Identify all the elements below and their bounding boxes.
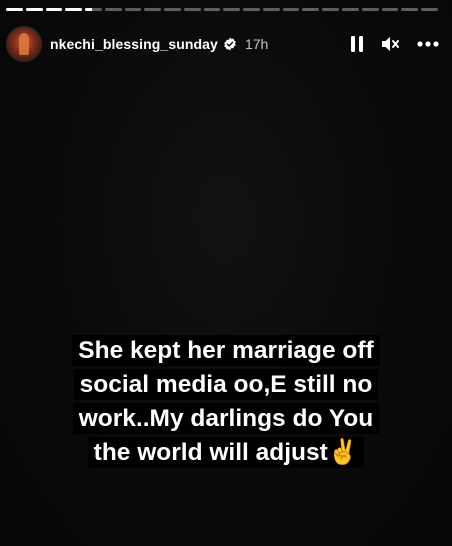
caption-line: work..My darlings do You [30,402,422,436]
caption-line: social media oo,E still no [30,368,422,402]
progress-segment [104,8,122,11]
username[interactable]: nkechi_blessing_sunday [50,36,218,52]
progress-segment [25,8,43,11]
progress-segment [361,8,379,11]
pause-icon [351,36,363,52]
progress-segment [203,8,221,11]
post-time: 17h [244,36,269,52]
progress-segment [342,8,359,11]
progress-segment [322,8,340,11]
story-progress-bar [6,8,438,11]
progress-segment [401,8,419,11]
muted-speaker-icon [382,37,399,51]
progress-segment [243,8,260,11]
story-header: nkechi_blessing_sunday 17h [6,24,440,64]
progress-segment [262,8,280,11]
mute-button[interactable] [380,35,400,53]
progress-segment [85,8,102,11]
more-options-button[interactable] [416,40,440,48]
more-horizontal-icon [417,41,439,47]
progress-segment [45,8,63,11]
caption-line: She kept her marriage off [30,334,422,368]
progress-segment [302,8,320,11]
story-caption: She kept her marriage off social media o… [30,334,422,470]
progress-segment [164,8,181,11]
progress-segment [65,8,83,11]
pause-button[interactable] [350,35,364,53]
progress-segment [144,8,162,11]
progress-segment [124,8,142,11]
progress-segment [421,8,438,11]
caption-line: the world will adjust✌️ [30,436,422,470]
progress-segment [381,8,399,11]
progress-segment [223,8,241,11]
story-viewer[interactable]: nkechi_blessing_sunday 17h She kept her … [0,0,452,546]
story-controls [350,35,440,53]
profile-avatar[interactable] [6,26,42,62]
verified-badge-icon [224,37,236,51]
progress-segment [6,8,23,11]
progress-segment [282,8,300,11]
progress-segment [183,8,201,11]
